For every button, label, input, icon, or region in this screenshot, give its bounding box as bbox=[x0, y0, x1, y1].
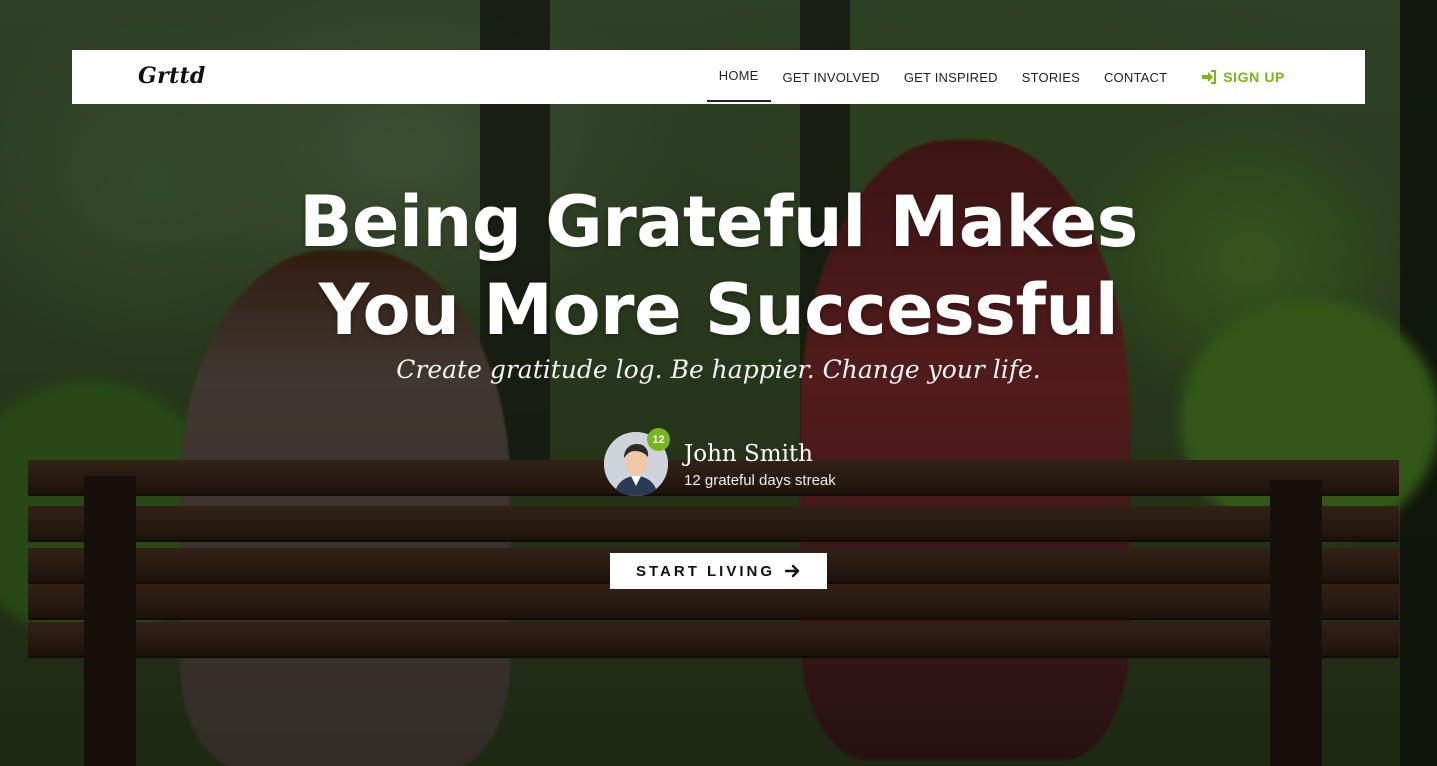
sign-in-icon bbox=[1202, 70, 1217, 84]
top-navbar: Grttd HOME GET INVOLVED GET INSPIRED STO… bbox=[72, 50, 1365, 104]
nav-item-label: HOME bbox=[718, 67, 759, 83]
hero-title-line: You More Successful bbox=[318, 269, 1119, 351]
user-card: 12 John Smith 12 grateful days streak bbox=[604, 428, 836, 496]
hero-title-line: Being Grateful Makes bbox=[299, 181, 1138, 263]
brand-logo[interactable]: Grttd bbox=[138, 63, 206, 89]
arrow-right-icon bbox=[785, 564, 800, 578]
nav-item-home[interactable]: HOME bbox=[706, 50, 771, 104]
nav-item-label: STORIES bbox=[1021, 69, 1080, 85]
nav-item-get-involved[interactable]: GET INVOLVED bbox=[771, 50, 892, 104]
nav-item-label: GET INVOLVED bbox=[782, 69, 880, 85]
sign-up-button[interactable]: SIGN UP bbox=[1201, 69, 1285, 85]
user-streak-text: 12 grateful days streak bbox=[684, 471, 836, 489]
cta-label: START LIVING bbox=[635, 562, 776, 580]
user-name[interactable]: John Smith bbox=[684, 440, 836, 468]
hero-subtitle: Create gratitude log. Be happier. Change… bbox=[396, 355, 1041, 384]
avatar[interactable]: 12 bbox=[604, 428, 670, 496]
user-info: John Smith 12 grateful days streak bbox=[684, 440, 836, 489]
nav-item-get-inspired[interactable]: GET INSPIRED bbox=[892, 50, 1010, 104]
nav-item-label: GET INSPIRED bbox=[903, 69, 998, 85]
nav-item-stories[interactable]: STORIES bbox=[1010, 50, 1092, 104]
nav-item-label: CONTACT bbox=[1103, 69, 1168, 85]
nav-menu: HOME GET INVOLVED GET INSPIRED STORIES C… bbox=[706, 50, 1285, 104]
sign-up-label: SIGN UP bbox=[1223, 69, 1285, 85]
start-living-button[interactable]: START LIVING bbox=[610, 553, 827, 589]
streak-count-badge: 12 bbox=[647, 428, 670, 451]
nav-item-contact[interactable]: CONTACT bbox=[1092, 50, 1179, 104]
hero-title: Being Grateful Makes You More Successful bbox=[0, 178, 1437, 354]
